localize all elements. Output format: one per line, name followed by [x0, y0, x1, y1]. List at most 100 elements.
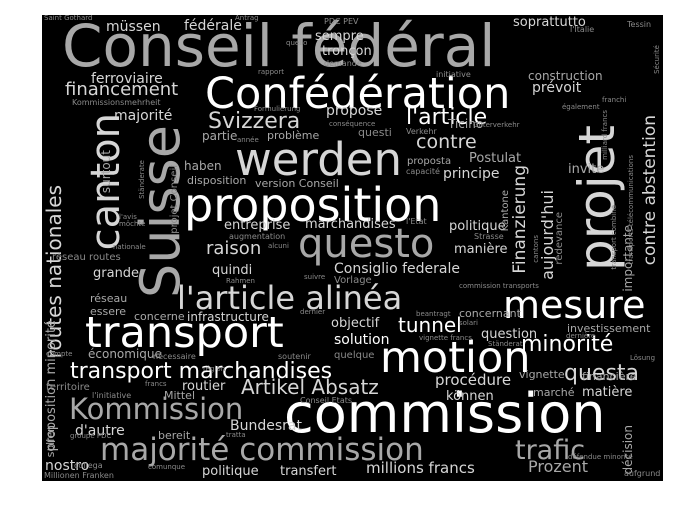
word: partie: [202, 129, 238, 143]
word: vignette francs: [419, 334, 472, 342]
word: transport combiné: [610, 205, 618, 270]
word: décision: [621, 425, 635, 475]
word: Tessin: [627, 20, 652, 29]
word: rapport: [258, 68, 284, 76]
word: initiative: [436, 70, 471, 79]
word: redevance: [554, 212, 565, 265]
word: solari: [459, 319, 478, 327]
word: grande: [93, 266, 140, 281]
word: Güterverkehr: [473, 121, 520, 129]
word: l'initiative: [92, 391, 132, 400]
word: bereit: [158, 429, 191, 442]
word: transfert: [280, 464, 337, 479]
word: ferroviaire: [91, 71, 163, 87]
word: marché: [533, 386, 575, 399]
word: beantragt: [416, 310, 451, 318]
word: année: [237, 136, 259, 144]
word: möchte: [119, 220, 146, 228]
word: défendue minorité: [568, 453, 633, 461]
word: réseau routes: [52, 252, 121, 263]
word: l'Italie: [570, 25, 595, 34]
word: Kantone: [500, 190, 511, 232]
word: projet Conseil: [169, 165, 180, 234]
word: groupe PDC: [70, 432, 112, 440]
word: Sécurité: [653, 45, 661, 74]
word: Verkehr: [406, 127, 437, 136]
word: construction: [528, 69, 603, 83]
word: Vorlage: [334, 275, 372, 286]
word: collega: [74, 461, 103, 470]
word: alcuni: [268, 242, 289, 250]
word: haben: [184, 159, 222, 173]
word: propose: [326, 103, 383, 119]
word: économique: [88, 347, 162, 361]
word: nationale: [113, 243, 146, 251]
word: sempre: [315, 29, 364, 44]
word: infrastructure: [187, 310, 269, 324]
word: Millionen Franken: [44, 471, 114, 480]
word: nécessaire: [153, 352, 196, 361]
word: tratta: [226, 431, 246, 439]
word: entreprise: [224, 218, 291, 233]
word: sollen: [44, 425, 57, 458]
word: raison: [206, 238, 262, 259]
word: vignette: [519, 368, 565, 381]
word: proposta: [407, 156, 452, 167]
word: politique: [202, 464, 259, 479]
word: Conseil Etats: [300, 396, 353, 405]
word: invite: [568, 162, 605, 177]
word: quindi: [212, 263, 253, 278]
word: quello: [286, 39, 308, 47]
word: mesure: [503, 283, 646, 327]
word: commission transports: [459, 282, 539, 290]
word: Artikel Absatz: [241, 375, 379, 399]
word: Finanzierung: [510, 165, 530, 274]
word: millions francs: [366, 459, 475, 477]
word: financière: [582, 370, 637, 383]
word: Consiglio federale: [334, 261, 460, 277]
word: werden: [235, 133, 402, 186]
word: Ständerat: [488, 340, 523, 348]
word: Mittel: [164, 389, 195, 402]
word: Lösung: [630, 354, 656, 362]
word: fédérale: [184, 18, 242, 34]
word: matière: [582, 385, 633, 400]
word: majorité: [114, 108, 173, 124]
word: aufgrund: [624, 469, 661, 478]
word: essere: [90, 305, 127, 318]
word: également: [562, 103, 600, 111]
word: suivre: [304, 273, 326, 281]
word: Antrag: [235, 15, 259, 22]
word: Prozent: [528, 457, 589, 476]
word: questi: [358, 126, 392, 139]
word: contre abstention: [640, 115, 660, 266]
word: prévoit: [532, 80, 582, 96]
word: cantons: [532, 235, 540, 263]
word: francs: [145, 380, 167, 388]
word: augmentation: [229, 232, 286, 241]
word: Ständerate: [138, 160, 146, 199]
word-cloud: Conseil fédéral Confédération werden pro…: [42, 15, 663, 481]
word: surtout: [99, 150, 113, 194]
word: können: [446, 389, 494, 404]
word: Strasse: [474, 232, 504, 241]
word: PDC PEV: [324, 17, 359, 26]
word: Formulierung: [254, 105, 301, 113]
word: quelque: [334, 350, 375, 361]
word: réseau: [90, 292, 128, 305]
word: marchandises: [305, 217, 396, 232]
word: soutenir: [278, 352, 311, 361]
word: tronçon: [322, 44, 372, 59]
word: territoire: [46, 382, 90, 393]
word: disposition: [187, 174, 247, 187]
word: principe: [443, 166, 500, 182]
word: franchi: [602, 96, 627, 104]
word: version Conseil: [255, 177, 339, 190]
word: tunnel: [398, 313, 462, 337]
word: demande: [324, 59, 362, 68]
word: procédure: [435, 371, 512, 389]
word: Postulat: [469, 151, 522, 166]
word: l'Etat: [406, 217, 427, 226]
word: concernant: [459, 307, 521, 320]
word: Saint Gothard: [44, 15, 93, 22]
